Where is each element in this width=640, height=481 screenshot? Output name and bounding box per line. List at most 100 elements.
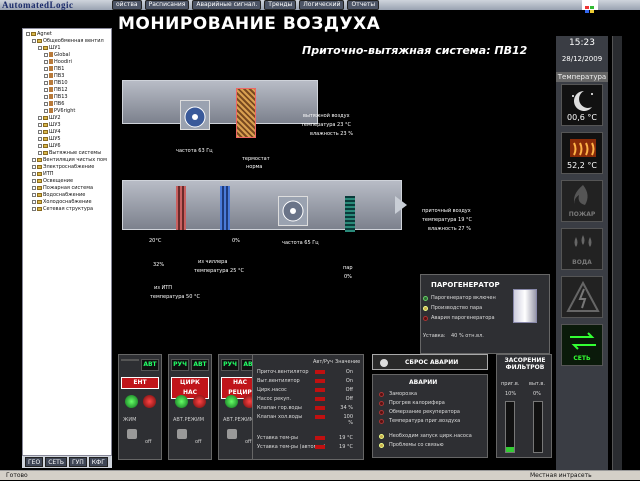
setpoint-value[interactable]: 19 °C — [339, 435, 353, 441]
auto-manual-toggle[interactable] — [315, 370, 325, 374]
power-tile[interactable] — [561, 276, 603, 318]
expand-icon[interactable] — [44, 108, 48, 113]
mode-switch[interactable] — [127, 429, 137, 439]
tree-node[interactable]: ПВ10 — [44, 80, 68, 86]
expand-icon[interactable] — [44, 87, 48, 92]
equipment-name-button[interactable]: ЕНТ — [121, 377, 159, 389]
tree-node[interactable]: Водоснабжение — [32, 192, 85, 198]
auto-manual-toggle[interactable] — [315, 415, 325, 419]
tree-node-label: Общеобменная вентил — [43, 38, 104, 44]
manual-mode-button[interactable]: РУЧ — [171, 359, 189, 371]
expand-icon[interactable] — [38, 143, 42, 148]
expand-icon[interactable] — [44, 101, 48, 106]
expand-icon[interactable] — [32, 199, 36, 204]
expand-icon[interactable] — [44, 73, 48, 78]
tree-node[interactable]: PV6right — [44, 108, 75, 114]
reset-alarm-button[interactable]: СБРОС АВАРИИ — [372, 354, 488, 370]
menu-item[interactable]: ойства — [112, 0, 142, 10]
network-tile[interactable]: СЕТЬ — [561, 324, 603, 366]
setpoint-value[interactable]: 40 % отн.вл. — [451, 333, 484, 339]
tree-node[interactable]: ШУ6 — [38, 143, 61, 149]
expand-icon[interactable] — [32, 178, 36, 183]
auto-mode-button[interactable]: АВТ — [141, 359, 159, 371]
expand-icon[interactable] — [44, 80, 48, 85]
setpoint-value[interactable]: 19 °C — [339, 444, 353, 450]
expand-icon[interactable] — [32, 192, 36, 197]
tree-tab[interactable]: ГУП — [68, 457, 87, 467]
fire-tile[interactable]: ПОЖАР — [561, 180, 603, 222]
expand-icon[interactable] — [32, 206, 36, 211]
expand-icon[interactable] — [32, 38, 36, 43]
expand-icon[interactable] — [38, 136, 42, 141]
folder-icon — [43, 143, 48, 148]
tree-node[interactable]: Global — [44, 52, 70, 58]
tree-node[interactable]: Вытяжные системы — [38, 150, 101, 156]
tree-node[interactable]: Сетевая структура — [32, 206, 93, 212]
tree-tab[interactable]: ГЕО — [25, 457, 44, 467]
folder-icon — [37, 192, 42, 197]
tree-node[interactable]: Hoodiri — [44, 59, 72, 65]
tree-node[interactable]: ПВ3 — [44, 73, 64, 79]
mode-switch[interactable] — [177, 429, 187, 439]
mode-switch[interactable] — [227, 429, 237, 439]
tree-node[interactable]: ШУ1 — [38, 45, 61, 51]
tree-node[interactable]: ШУ3 — [38, 122, 61, 128]
water-label: ВОДА — [572, 259, 592, 266]
menu-item[interactable]: Расписания — [144, 0, 190, 10]
tree-node[interactable]: ШУ4 — [38, 129, 61, 135]
tree-node[interactable]: Пожарная система — [32, 185, 93, 191]
tree-node[interactable]: ПВ13 — [44, 94, 68, 100]
alarm-row: Заморозка — [389, 391, 418, 397]
setpoint-toggle[interactable] — [315, 436, 325, 440]
navigation-tree[interactable]: Agnet Общеобменная вентил ШУ1 Global Hoodiri… — [22, 28, 112, 456]
tree-node[interactable]: ПВ1 — [44, 66, 64, 72]
supply-fan[interactable] — [278, 196, 308, 226]
menu-item[interactable]: Аварийные сигнал. — [192, 0, 262, 10]
tree-node[interactable]: Электроснабжение — [32, 164, 94, 170]
tree-node[interactable]: Agnet — [26, 31, 52, 37]
expand-icon[interactable] — [38, 122, 42, 127]
expand-icon[interactable] — [26, 31, 30, 36]
tree-node[interactable]: Общеобменная вентил — [32, 38, 104, 44]
folder-icon — [37, 38, 42, 43]
expand-icon[interactable] — [38, 115, 42, 120]
setpoint-toggle[interactable] — [315, 445, 325, 449]
thermostat-state: норма — [246, 164, 263, 170]
tree-node[interactable]: ПВ6 — [44, 101, 64, 107]
tree-node[interactable]: ИТП — [32, 171, 54, 177]
expand-icon[interactable] — [32, 164, 36, 169]
tree-node[interactable]: ПВ12 — [44, 87, 68, 93]
water-tile[interactable]: ВОДА — [561, 228, 603, 270]
manual-mode-button[interactable] — [121, 359, 139, 361]
expand-icon[interactable] — [44, 59, 48, 64]
tree-node[interactable]: Вентиляция чистых пом — [32, 157, 107, 163]
auto-manual-toggle[interactable] — [315, 397, 325, 401]
heat-temperature-tile[interactable]: 52,2 °C — [561, 132, 603, 174]
tree-node[interactable]: ШУ5 — [38, 136, 61, 142]
manual-mode-button[interactable]: РУЧ — [221, 359, 239, 371]
menu-item[interactable]: Логический — [299, 0, 345, 10]
auto-manual-toggle[interactable] — [315, 379, 325, 383]
expand-icon[interactable] — [38, 150, 42, 155]
auto-mode-button[interactable]: АВТ — [191, 359, 209, 371]
expand-icon[interactable] — [38, 129, 42, 134]
menu-item[interactable]: Отчеты — [347, 0, 380, 10]
expand-icon[interactable] — [32, 157, 36, 162]
expand-icon[interactable] — [32, 171, 36, 176]
expand-icon[interactable] — [44, 52, 48, 57]
exhaust-fan[interactable] — [180, 100, 210, 130]
expand-icon[interactable] — [38, 45, 42, 50]
expand-icon[interactable] — [32, 185, 36, 190]
menu-item[interactable]: Тренды — [264, 0, 297, 10]
expand-icon[interactable] — [44, 94, 48, 99]
tree-node[interactable]: Холодоснабжение — [32, 199, 92, 205]
tree-tab[interactable]: КФГ — [88, 457, 108, 467]
auto-manual-toggle[interactable] — [315, 388, 325, 392]
tree-tab[interactable]: СЕТЬ — [45, 457, 67, 467]
tree-node[interactable]: ШУ2 — [38, 115, 61, 121]
night-temperature-tile[interactable]: 00,6 °C — [561, 84, 603, 126]
vertical-scrollbar[interactable] — [612, 36, 622, 470]
auto-manual-toggle[interactable] — [315, 406, 325, 410]
tree-node[interactable]: Освещение — [32, 178, 73, 184]
expand-icon[interactable] — [44, 66, 48, 71]
